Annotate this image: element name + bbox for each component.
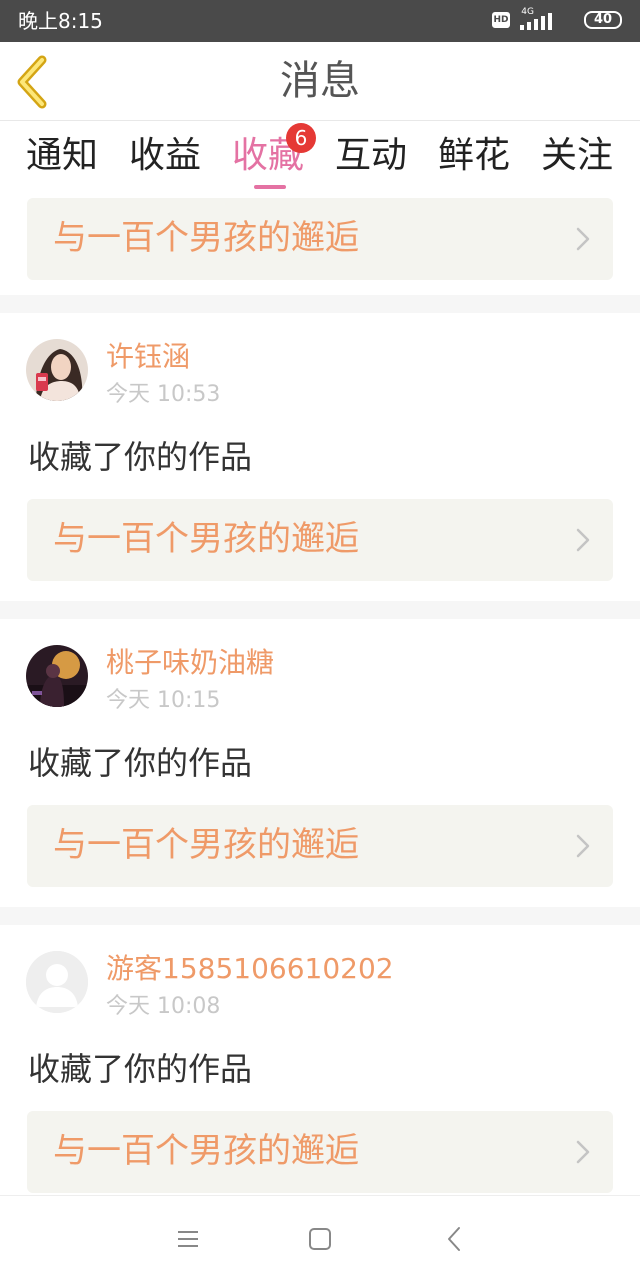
work-title: 与一百个男孩的邂逅 [53,519,359,559]
signal-icon [520,13,552,30]
work-link-card[interactable]: 与一百个男孩的邂逅 [27,499,613,581]
work-link-card[interactable]: 与一百个男孩的邂逅 [27,1111,613,1193]
avatar[interactable] [26,645,88,707]
work-link-card[interactable]: 与一百个男孩的邂逅 [27,198,613,280]
work-title: 与一百个男孩的邂逅 [53,218,359,258]
system-nav-bar [0,1195,640,1280]
section-separator [0,907,640,925]
chevron-right-icon [576,227,590,251]
system-back-button[interactable] [440,1224,470,1254]
back-triangle-icon [448,1227,460,1251]
user-avatar-image [26,645,88,707]
message-feed[interactable]: 与一百个男孩的邂逅 许钰涵 今天 10:53 收藏了你的作品 与一百个男孩的邂逅 [0,195,640,1195]
battery-icon: 40 [584,11,622,29]
status-icons: HD 4G 40 [482,7,622,33]
home-square-icon [309,1228,331,1250]
tab-interactions[interactable]: 互动 [321,133,421,183]
section-separator [0,295,640,313]
timestamp: 今天 10:15 [106,688,221,713]
tab-favorites[interactable]: 收藏 6 [218,123,318,189]
favorite-entry: 桃子味奶油糖 今天 10:15 收藏了你的作品 与一百个男孩的邂逅 [0,619,640,907]
work-link-card[interactable]: 与一百个男孩的邂逅 [27,805,613,887]
home-button[interactable] [305,1224,335,1254]
menu-button[interactable] [173,1224,203,1254]
default-avatar-icon [26,951,88,1013]
username[interactable]: 许钰涵 [106,339,190,375]
tab-bar: 通知 收益 收藏 6 互动 鲜花 关注 [0,121,640,195]
avatar[interactable] [26,951,88,1013]
work-title: 与一百个男孩的邂逅 [53,1131,359,1171]
favorite-entry: 游客1585106610202 今天 10:08 收藏了你的作品 与一百个男孩的… [0,925,640,1195]
tab-earnings[interactable]: 收益 [115,133,215,183]
avatar[interactable] [26,339,88,401]
tab-label: 互动 [334,135,407,176]
tab-label: 收益 [128,135,201,176]
header: 消息 [0,42,640,120]
action-text: 收藏了你的作品 [28,438,253,476]
tab-notifications[interactable]: 通知 [12,133,112,183]
favorite-entry: 许钰涵 今天 10:53 收藏了你的作品 与一百个男孩的邂逅 [0,313,640,601]
user-avatar-image [26,339,88,401]
page-title: 消息 [280,58,360,104]
timestamp: 今天 10:08 [106,994,221,1019]
timestamp: 今天 10:53 [106,382,221,407]
username[interactable]: 桃子味奶油糖 [106,645,274,681]
username[interactable]: 游客1585106610202 [106,951,394,987]
chevron-right-icon [576,1140,590,1164]
hd-icon: HD [492,12,510,28]
status-bar: 晚上8:15 HD 4G 40 [0,0,640,42]
work-title: 与一百个男孩的邂逅 [53,825,359,865]
section-separator [0,601,640,619]
chevron-right-icon [576,834,590,858]
chevron-right-icon [576,528,590,552]
active-tab-indicator [254,185,286,189]
tab-follows[interactable]: 关注 [527,133,627,183]
tab-label: 通知 [25,135,98,176]
action-text: 收藏了你的作品 [28,1050,253,1088]
tab-label: 关注 [540,135,613,176]
action-text: 收藏了你的作品 [28,744,253,782]
menu-icon [178,1231,198,1247]
tab-flowers[interactable]: 鲜花 [424,133,524,183]
tab-label: 鲜花 [437,135,510,176]
tab-badge-count: 6 [286,123,316,153]
status-time: 晚上8:15 [18,9,103,33]
